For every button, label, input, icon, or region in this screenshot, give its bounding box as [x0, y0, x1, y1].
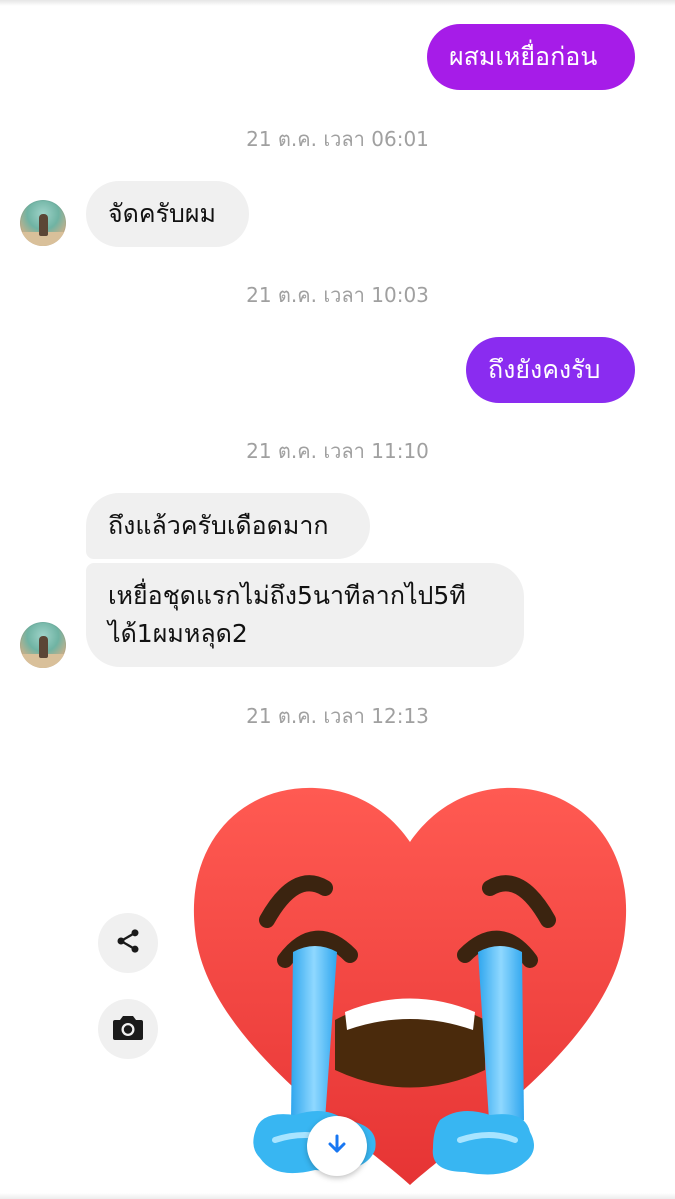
- arrow-down-icon: [325, 1132, 349, 1160]
- message-timestamp: 21 ต.ค. เวลา 11:10: [246, 439, 429, 463]
- incoming-message-bubble[interactable]: เหยื่อชุดแรกไม่ถึง5นาทีลากไป5ที ได้1ผมหล…: [86, 563, 524, 667]
- scroll-to-bottom-button[interactable]: [307, 1116, 367, 1176]
- camera-button[interactable]: [98, 999, 158, 1059]
- message-text-line: เหยื่อชุดแรกไม่ถึง5นาทีลากไป5ที: [108, 581, 466, 610]
- message-timestamp: 21 ต.ค. เวลา 06:01: [246, 127, 429, 151]
- contact-avatar[interactable]: [20, 622, 66, 668]
- incoming-message-bubble[interactable]: จัดครับผม: [86, 181, 249, 247]
- outgoing-message-bubble[interactable]: ผสมเหยื่อก่อน: [427, 24, 635, 90]
- share-button[interactable]: [98, 913, 158, 973]
- crying-heart-sticker[interactable]: [185, 780, 635, 1190]
- avatar-photo-person: [39, 636, 48, 658]
- avatar-photo-person: [39, 214, 48, 236]
- message-timestamp: 21 ต.ค. เวลา 10:03: [246, 283, 429, 307]
- chat-screen: ผสมเหยื่อก่อน 21 ต.ค. เวลา 06:01 จัดครับ…: [0, 0, 675, 1199]
- outgoing-message-bubble[interactable]: ถึงยังคงรับ: [466, 337, 635, 403]
- message-text-line: ได้1ผมหลุด2: [108, 619, 248, 648]
- camera-icon: [112, 1013, 144, 1045]
- bottom-divider: [0, 1193, 675, 1199]
- share-icon: [114, 927, 142, 959]
- contact-avatar[interactable]: [20, 200, 66, 246]
- message-timestamp: 21 ต.ค. เวลา 12:13: [246, 704, 429, 728]
- incoming-message-bubble[interactable]: ถึงแล้วครับเดือดมาก: [86, 493, 370, 559]
- top-divider: [0, 0, 675, 6]
